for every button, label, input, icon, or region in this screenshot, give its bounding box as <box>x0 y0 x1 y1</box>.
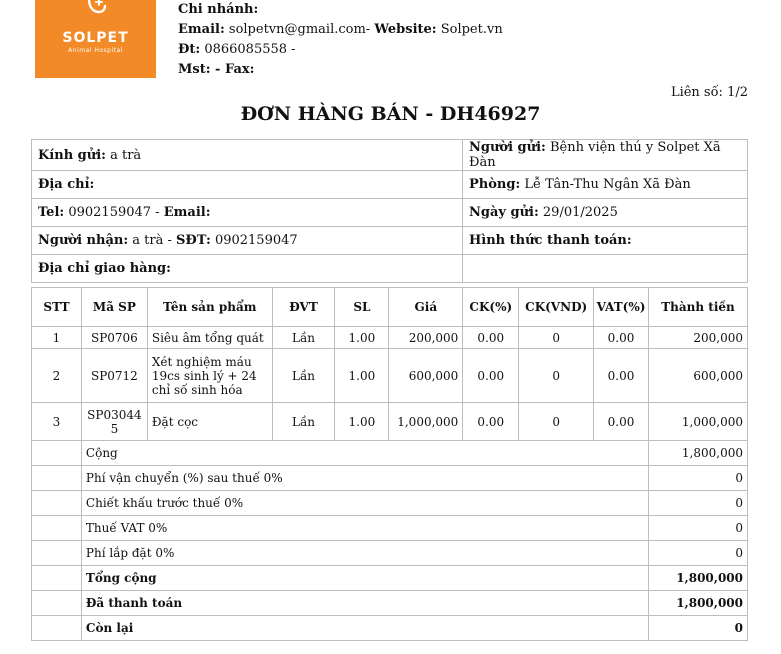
page-title: ĐƠN HÀNG BÁN - DH46927 <box>240 103 541 125</box>
info-tel: Tel: 0902159047 - Email: <box>31 198 463 227</box>
company-info: Chi nhánh: Email: solpetvn@gmail.com- We… <box>178 0 503 80</box>
company-email: solpetvn@gmail.com- <box>228 22 371 37</box>
col-header: Tên sản phẩm <box>146 287 273 327</box>
info-department: Phòng: Lễ Tân-Thu Ngân Xã Đàn <box>462 170 748 199</box>
summary-row: Cộng 1,800,000 <box>31 440 748 466</box>
info-receiver: Người nhận: a trà - SĐT: 0902159047 <box>31 226 463 255</box>
info-empty <box>462 254 748 283</box>
company-logo: SOLPET Animal Hospital <box>35 0 156 78</box>
info-payment: Hình thức thanh toán: <box>462 226 748 255</box>
logo-tagline: Animal Hospital <box>68 47 123 54</box>
order-items-table: STT Mã SP Tên sản phẩm ĐVT SL Giá CK(%) … <box>31 287 748 641</box>
table-header-row: STT Mã SP Tên sản phẩm ĐVT SL Giá CK(%) … <box>31 287 748 327</box>
summary-row: Còn lại 0 <box>31 615 748 641</box>
summary-row: Chiết khấu trước thuế 0% 0 <box>31 490 748 516</box>
tax-fax-label: Mst: - Fax: <box>178 62 255 77</box>
email-label: Email: <box>178 22 225 37</box>
company-website: Solpet.vn <box>440 22 503 37</box>
info-date: Ngày gửi: 29/01/2025 <box>462 198 748 227</box>
summary-row: Đã thanh toán 1,800,000 <box>31 590 748 616</box>
summary-row: Thuế VAT 0% 0 <box>31 515 748 541</box>
company-phone: 0866085558 - <box>204 42 296 57</box>
logo-brand: SOLPET <box>62 30 129 46</box>
col-header: STT <box>31 287 82 327</box>
branch-label: Chi nhánh: <box>178 2 259 17</box>
phone-label: Đt: <box>178 42 201 57</box>
summary-row: Phí lắp đặt 0% 0 <box>31 540 748 566</box>
col-header: CK(VND) <box>518 287 595 327</box>
table-row: 2 SP0712 Xét nghiệm máu 19cs sinh lý + 2… <box>31 348 748 403</box>
col-header: Mã SP <box>80 287 148 327</box>
col-header: ĐVT <box>271 287 336 327</box>
col-header: VAT(%) <box>593 287 650 327</box>
table-row: 1 SP0706 Siêu âm tổng quát Lần 1.00 200,… <box>31 326 748 349</box>
paw-cat-icon <box>87 0 107 14</box>
col-header: SL <box>334 287 390 327</box>
summary-row: Tổng cộng 1,800,000 <box>31 565 748 591</box>
copy-number: Liên số: 1/2 <box>670 85 748 100</box>
col-header: Giá <box>388 287 464 327</box>
summary-row: Phí vận chuyển (%) sau thuế 0% 0 <box>31 465 748 491</box>
info-address: Địa chỉ: <box>31 170 463 199</box>
col-header: Thành tiền <box>648 287 748 327</box>
info-to: Kính gửi: a trà <box>31 139 463 171</box>
table-row: 3 SP030445 Đặt cọc Lần 1.00 1,000,000 0.… <box>31 402 748 441</box>
info-sender: Người gửi: Bệnh viện thú y Solpet Xã Đàn <box>462 139 748 171</box>
info-shipping-address: Địa chỉ giao hàng: <box>31 254 463 283</box>
col-header: CK(%) <box>462 287 520 327</box>
website-label: Website: <box>374 22 437 37</box>
customer-info-table: Kính gửi: a trà Người gửi: Bệnh viện thú… <box>31 139 748 283</box>
